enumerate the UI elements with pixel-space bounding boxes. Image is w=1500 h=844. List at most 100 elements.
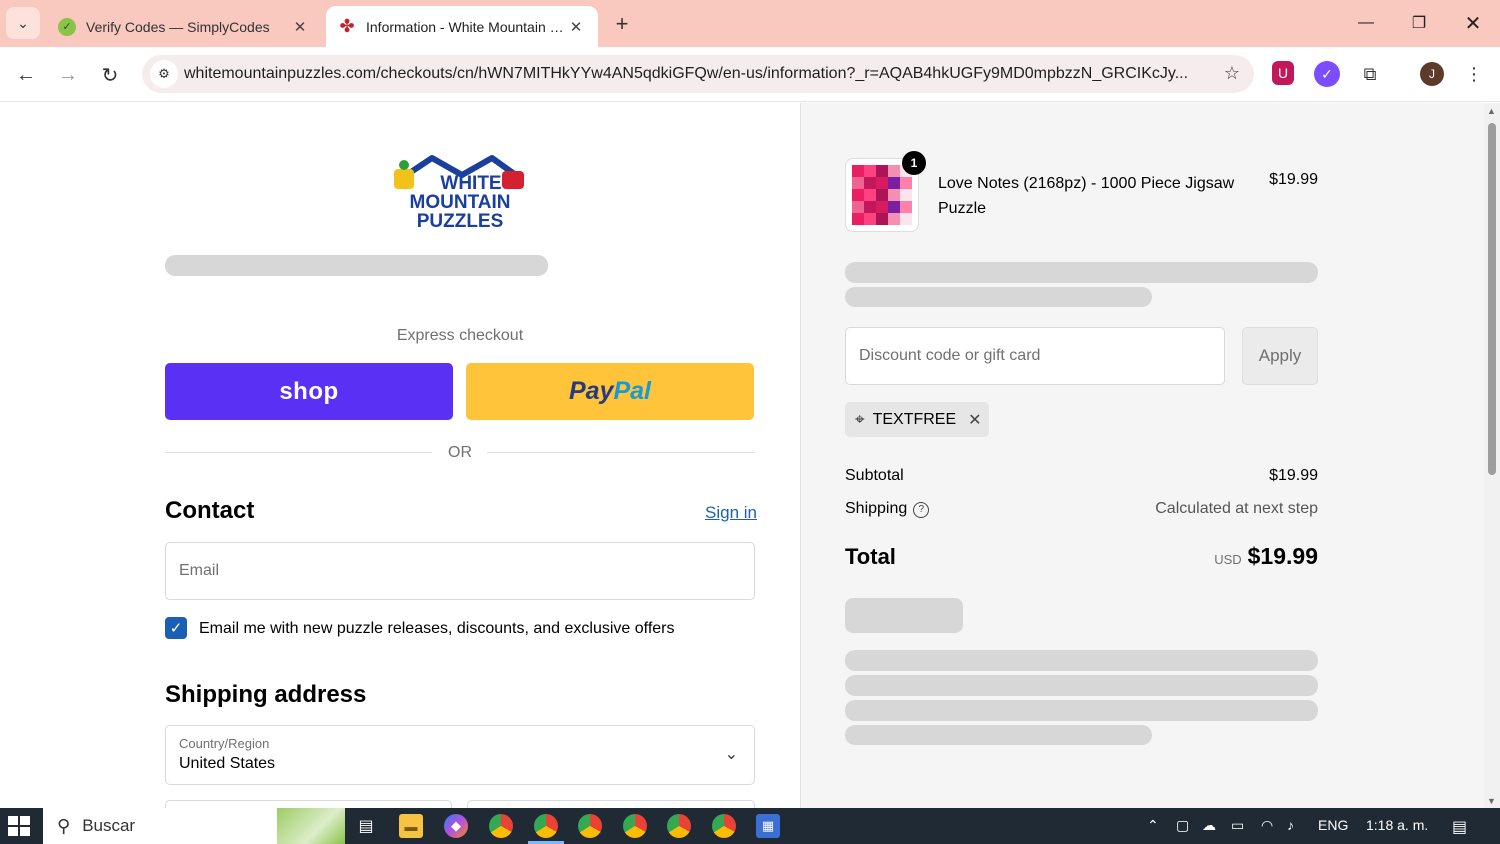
close-window-button[interactable]: ✕ bbox=[1453, 8, 1493, 38]
windows-taskbar: ⚲ Buscar ▤ ▬ ◆ ▦ ⌃ ▢ ☁ ▭ ◠ ♪ ENG 1:18 a.… bbox=[0, 808, 1500, 844]
clock[interactable]: 1:18 a. m. bbox=[1366, 817, 1428, 833]
apply-discount-button[interactable]: Apply bbox=[1242, 327, 1318, 385]
first-name-field[interactable] bbox=[165, 800, 452, 808]
tab-title: Verify Codes — SimplyCodes bbox=[86, 18, 270, 35]
ublock-extension-icon[interactable]: U bbox=[1272, 61, 1294, 85]
sign-in-link[interactable]: Sign in bbox=[705, 503, 757, 523]
battery-icon[interactable]: ▭ bbox=[1231, 817, 1244, 834]
checkout-main: WHITE MOUNTAIN PUZZLES Express checkout … bbox=[0, 103, 800, 808]
currency-code: USD bbox=[1214, 552, 1242, 567]
bookmark-star-icon[interactable]: ☆ bbox=[1224, 63, 1240, 84]
chrome-icon[interactable] bbox=[712, 814, 736, 838]
site-info-icon[interactable]: ⚙ bbox=[150, 60, 178, 88]
discount-code-input[interactable]: Discount code or gift card bbox=[845, 327, 1225, 385]
tab-simplycodes[interactable]: ✓ Verify Codes — SimplyCodes ✕ bbox=[46, 6, 322, 47]
loading-placeholder bbox=[845, 700, 1318, 721]
thumbnail-tile bbox=[888, 165, 900, 177]
windows-start-icon[interactable] bbox=[8, 816, 30, 836]
close-tab-icon[interactable]: ✕ bbox=[290, 18, 310, 36]
chrome-icon[interactable] bbox=[578, 814, 602, 838]
divider bbox=[487, 452, 755, 453]
wifi-icon[interactable]: ◠ bbox=[1261, 817, 1273, 834]
last-name-field[interactable] bbox=[467, 800, 755, 808]
menu-kebab-icon[interactable]: ⋮ bbox=[1461, 61, 1487, 87]
simplycodes-extension-icon[interactable]: ✓ bbox=[1314, 61, 1340, 87]
chrome-icon[interactable] bbox=[489, 814, 513, 838]
email-optin-checkbox[interactable]: ✓ bbox=[165, 617, 187, 639]
or-label: OR bbox=[448, 444, 472, 461]
notifications-icon[interactable]: ▤ bbox=[1452, 817, 1467, 837]
chevron-down-icon: ⌄ bbox=[17, 14, 29, 31]
thumbnail-tile bbox=[864, 177, 876, 189]
restore-button[interactable]: ❐ bbox=[1399, 8, 1439, 38]
applied-discount-tag: ⌖ TEXTFREE ✕ bbox=[845, 402, 989, 437]
browser-toolbar: ← → ↻ ⚙ whitemountainpuzzles.com/checkou… bbox=[0, 47, 1500, 102]
scrollbar-thumb[interactable] bbox=[1488, 123, 1496, 475]
reload-icon: ↻ bbox=[101, 64, 119, 87]
country-value: United States bbox=[179, 755, 276, 772]
minimize-button[interactable]: — bbox=[1346, 8, 1386, 38]
thumbnail-tile bbox=[852, 201, 864, 213]
thumbnail-tile bbox=[876, 213, 888, 225]
thumbnail-tile bbox=[888, 201, 900, 213]
search-label: Buscar bbox=[82, 816, 136, 835]
chevron-down-icon: ⌄ bbox=[724, 746, 738, 763]
thumbnail-tile bbox=[900, 177, 912, 189]
contact-heading: Contact bbox=[165, 497, 255, 524]
onedrive-cloud-icon[interactable]: ☁ bbox=[1202, 817, 1216, 834]
file-explorer-icon[interactable]: ▬ bbox=[399, 814, 423, 838]
profile-avatar[interactable]: J bbox=[1420, 62, 1444, 86]
thumbnail-tile bbox=[852, 213, 864, 225]
chrome-icon[interactable] bbox=[623, 814, 647, 838]
back-button[interactable]: ← bbox=[11, 60, 41, 90]
close-tab-icon[interactable]: ✕ bbox=[566, 18, 586, 36]
loading-placeholder bbox=[845, 287, 1152, 307]
loading-placeholder bbox=[845, 650, 1318, 671]
scroll-up-icon[interactable]: ▲ bbox=[1487, 106, 1496, 116]
taskbar-search[interactable]: ⚲ Buscar bbox=[43, 808, 345, 844]
tab-strip: ⌄ ✓ Verify Codes — SimplyCodes ✕ ✤ Infor… bbox=[0, 0, 1500, 47]
thumbnail-tile bbox=[864, 165, 876, 177]
thumbnail-tile bbox=[900, 213, 912, 225]
tab-white-mountain[interactable]: ✤ Information - White Mountain Puzzles ✕ bbox=[326, 6, 598, 47]
page-scrollbar[interactable]: ▲ ▼ bbox=[1484, 103, 1500, 808]
thumbnail-tile bbox=[888, 189, 900, 201]
calculator-icon[interactable]: ▦ bbox=[756, 814, 780, 838]
thumbnail-tile bbox=[852, 177, 864, 189]
new-tab-button[interactable]: + bbox=[608, 10, 636, 38]
task-view-icon[interactable]: ▤ bbox=[354, 814, 378, 838]
subtotal-value: $19.99 bbox=[1269, 467, 1318, 484]
logo-line-1: WHITE bbox=[440, 173, 501, 194]
paypal-button[interactable]: Pay Pal bbox=[466, 363, 754, 420]
product-image bbox=[852, 165, 912, 225]
country-select[interactable]: Country/Region United States ⌄ bbox=[165, 725, 755, 785]
loading-placeholder bbox=[845, 725, 1152, 745]
arrow-right-icon: → bbox=[58, 63, 78, 86]
reload-button[interactable]: ↻ bbox=[95, 60, 125, 90]
language-indicator[interactable]: ENG bbox=[1318, 817, 1348, 833]
tab-search-button[interactable]: ⌄ bbox=[6, 7, 40, 39]
chrome-icon[interactable] bbox=[534, 814, 558, 838]
shipping-value: Calculated at next step bbox=[1155, 500, 1318, 517]
email-optin-label: Email me with new puzzle releases, disco… bbox=[199, 620, 675, 637]
address-bar[interactable]: ⚙ whitemountainpuzzles.com/checkouts/cn/… bbox=[142, 55, 1254, 93]
shipping-label: Shipping bbox=[845, 500, 908, 517]
help-question-icon[interactable]: ? bbox=[913, 501, 930, 518]
scroll-down-icon[interactable]: ▼ bbox=[1487, 796, 1496, 806]
copilot-icon[interactable]: ◆ bbox=[444, 814, 468, 838]
forward-button[interactable]: → bbox=[53, 60, 83, 90]
remove-discount-icon[interactable]: ✕ bbox=[968, 410, 981, 430]
extensions-puzzle-icon[interactable]: ⧉ bbox=[1357, 61, 1383, 87]
show-hidden-icons-icon[interactable]: ⌃ bbox=[1147, 817, 1159, 834]
meet-icon[interactable]: ▢ bbox=[1176, 817, 1189, 834]
chrome-icon[interactable] bbox=[667, 814, 691, 838]
shop-pay-button[interactable]: shop bbox=[165, 363, 453, 420]
email-input[interactable]: Email bbox=[165, 542, 755, 600]
search-icon: ⚲ bbox=[57, 815, 71, 836]
white-mountain-puzzles-logo[interactable]: WHITE MOUNTAIN PUZZLES bbox=[392, 153, 528, 233]
plus-icon: + bbox=[615, 11, 629, 36]
product-price: $19.99 bbox=[1269, 171, 1318, 188]
checkout-page: WHITE MOUNTAIN PUZZLES Express checkout … bbox=[0, 103, 1500, 808]
volume-icon[interactable]: ♪ bbox=[1287, 817, 1294, 833]
url-text[interactable]: whitemountainpuzzles.com/checkouts/cn/hW… bbox=[184, 65, 1196, 83]
